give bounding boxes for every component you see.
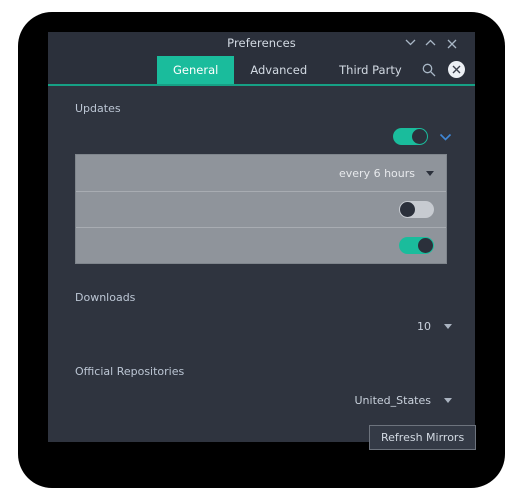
update-option-toggle-3[interactable] [399,237,434,254]
updates-master-row [393,128,452,145]
downloads-count-value: 10 [417,320,431,333]
update-interval-value: every 6 hours [339,166,415,180]
updates-section-label: Updates [75,102,121,115]
close-x-icon [447,39,457,49]
close-circle-button[interactable] [448,61,465,78]
minimize-button[interactable] [401,35,419,53]
chevron-down-icon [439,133,452,141]
title-bar: Preferences [48,32,475,56]
repository-country-value: United_States [354,394,432,407]
update-interval-row[interactable]: every 6 hours [76,155,446,191]
updates-expander-icon[interactable] [439,131,452,143]
updates-master-toggle[interactable] [393,128,428,145]
search-icon [422,63,436,77]
tab-bar: General Advanced Third Party [48,56,475,86]
preferences-window: Preferences General Advanced Third Party [48,32,475,442]
repository-country-dropdown[interactable]: United_States [354,394,452,407]
tab-advanced[interactable]: Advanced [234,56,323,84]
update-option-row-3[interactable] [76,227,446,263]
tab-list: General Advanced Third Party [157,56,418,84]
downloads-section-label: Downloads [75,291,136,304]
close-window-button[interactable] [443,35,461,53]
tab-third-party[interactable]: Third Party [323,56,418,84]
toggle-knob [412,129,427,144]
chevron-up-icon [425,39,435,46]
chevron-down-icon [444,398,452,403]
close-circle-icon [452,65,461,74]
search-button[interactable] [421,62,437,78]
refresh-mirrors-button[interactable]: Refresh Mirrors [369,425,477,450]
update-option-row-2[interactable] [76,191,446,227]
updates-options-panel: every 6 hours [75,154,447,264]
downloads-count-dropdown[interactable]: 10 [417,320,452,333]
tab-general[interactable]: General [157,56,235,84]
update-option-toggle-2[interactable] [399,201,434,218]
repositories-section-label: Official Repositories [75,365,185,378]
toggle-knob [418,238,433,253]
chevron-down-icon [444,324,452,329]
maximize-button[interactable] [421,35,439,53]
toggle-knob [400,202,415,217]
chevron-down-icon [426,170,434,176]
preferences-content: Updates every 6 hours Downloads 10 Offic… [48,86,475,442]
chevron-down-icon [405,39,415,46]
